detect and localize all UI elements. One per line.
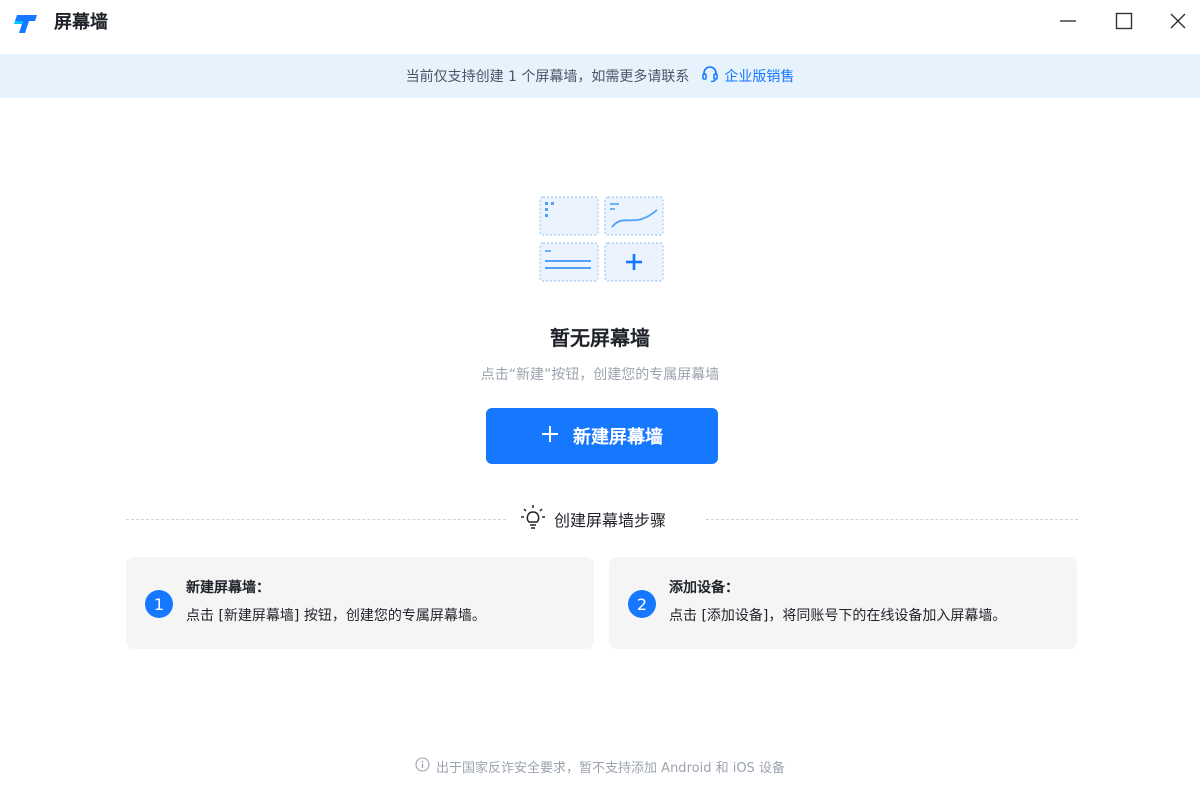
step-description: 点击 [新建屏幕墙] 按钮，创建您的专属屏幕墙。 xyxy=(186,608,486,624)
footer-notice: 出于国家反诈安全要求，暂不支持添加 Android 和 iOS 设备 xyxy=(0,755,1200,777)
minimize-button[interactable] xyxy=(1048,8,1088,38)
empty-state-subtitle: 点击“新建”按钮，创建您的专属屏幕墙 xyxy=(480,367,720,383)
lightbulb-icon xyxy=(520,504,554,534)
minimize-icon xyxy=(1059,12,1077,34)
info-icon xyxy=(415,756,436,776)
step-number-badge: 1 xyxy=(145,590,173,618)
screen-wall-placeholder-icon xyxy=(539,196,665,284)
step-title: 新建屏幕墙： xyxy=(186,580,270,596)
limit-notice-banner: 当前仅支持创建 1 个屏幕墙，如需更多请联系 企业版销售 xyxy=(0,54,1200,98)
steps-divider-right xyxy=(706,519,1078,520)
notice-text: 当前仅支持创建 1 个屏幕墙，如需更多请联系 xyxy=(405,69,690,85)
maximize-button[interactable] xyxy=(1104,8,1144,38)
plus-icon xyxy=(541,425,573,448)
enterprise-sales-link[interactable]: 企业版销售 xyxy=(701,65,794,87)
footer-text: 出于国家反诈安全要求，暂不支持添加 Android 和 iOS 设备 xyxy=(436,760,785,776)
window-title: 屏幕墙 xyxy=(54,12,108,33)
title-bar: 屏幕墙 xyxy=(0,0,1200,54)
app-logo-icon xyxy=(14,13,40,35)
steps-divider-left xyxy=(126,519,506,520)
notice-link-label: 企业版销售 xyxy=(724,69,795,85)
headset-icon xyxy=(701,65,724,87)
new-screen-wall-button[interactable]: 新建屏幕墙 xyxy=(486,408,718,464)
new-button-label: 新建屏幕墙 xyxy=(573,427,663,448)
step-title: 添加设备： xyxy=(669,580,739,596)
step-description: 点击 [添加设备]，将同账号下的在线设备加入屏幕墙。 xyxy=(669,608,1007,624)
steps-heading-label: 创建屏幕墙步骤 xyxy=(554,511,667,530)
step-number-badge: 2 xyxy=(628,590,656,618)
step-card-add-device: 2 添加设备： 点击 [添加设备]，将同账号下的在线设备加入屏幕墙。 xyxy=(609,557,1077,649)
close-icon xyxy=(1169,12,1187,34)
empty-state-title: 暂无屏幕墙 xyxy=(550,326,650,350)
maximize-icon xyxy=(1115,12,1133,34)
steps-heading: 创建屏幕墙步骤 xyxy=(520,504,667,534)
step-card-new-screen-wall: 1 新建屏幕墙： 点击 [新建屏幕墙] 按钮，创建您的专属屏幕墙。 xyxy=(126,557,594,649)
close-button[interactable] xyxy=(1158,8,1198,38)
